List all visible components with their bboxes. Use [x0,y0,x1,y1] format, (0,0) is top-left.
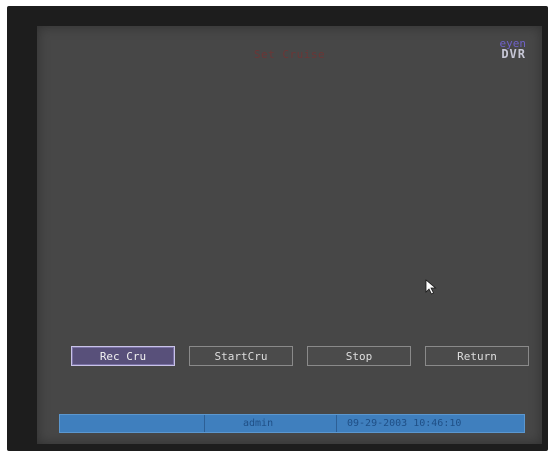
stop-button[interactable]: Stop [307,346,411,366]
status-bar: admin 09-29-2003 10:46:10 [59,414,525,433]
dvr-screen: Set Cruise eyen DVR Rec Cru StartCru Sto… [7,6,548,451]
status-datetime: 09-29-2003 10:46:10 [347,418,462,429]
return-button[interactable]: Return [425,346,529,366]
rec-cruise-button[interactable]: Rec Cru [71,346,175,366]
monitor-frame: Set Cruise eyen DVR Rec Cru StartCru Sto… [0,0,557,458]
status-divider [336,415,337,432]
osd-menu-panel: Set Cruise eyen DVR Rec Cru StartCru Sto… [37,26,542,444]
status-user: admin [243,418,274,429]
status-divider [204,415,205,432]
start-cruise-button[interactable]: StartCru [189,346,293,366]
cruise-button-row: Rec Cru StartCru Stop Return [71,346,531,368]
mouse-cursor-icon [425,279,437,295]
brand-logo-line2: DVR [501,47,526,61]
brand-logo: eyen DVR [500,38,527,60]
menu-title: Set Cruise [253,48,326,61]
